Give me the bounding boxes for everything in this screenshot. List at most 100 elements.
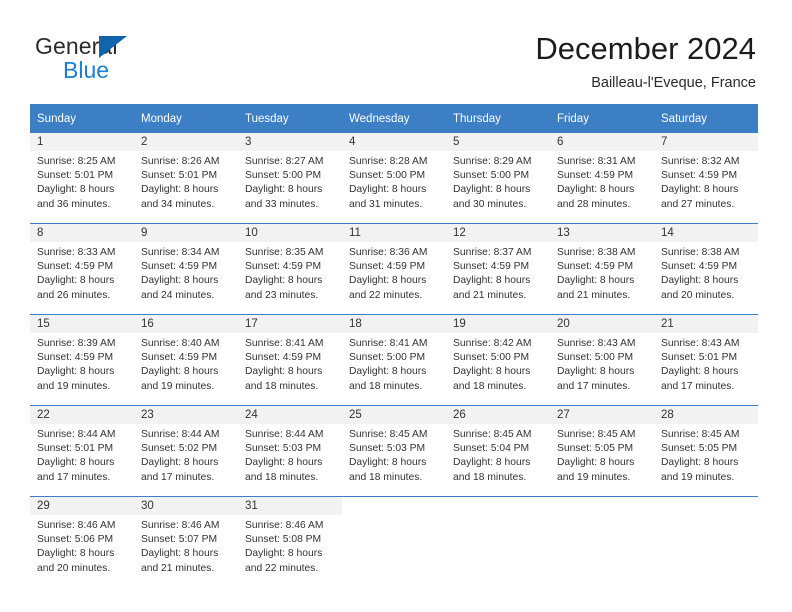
day-number: 1	[37, 136, 44, 148]
calendar-day-cell-empty	[654, 496, 758, 587]
daylight-text-line1: Daylight: 8 hours	[557, 457, 635, 469]
day-number-band: 6	[550, 133, 654, 151]
calendar-day-cell[interactable]: 2 Sunrise: 8:26 AM Sunset: 5:01 PM Daylight…	[134, 133, 238, 224]
calendar-day-cell[interactable]: 17 Sunrise: 8:41 AM Sunset: 4:59 PM Dayligh…	[238, 314, 342, 406]
day-number-band: 31	[238, 497, 342, 515]
day-number: 21	[661, 318, 674, 330]
daylight-text-line2: and 19 minutes.	[557, 471, 631, 483]
logo-text-blue: Blue	[63, 57, 110, 83]
calendar-day-cell[interactable]: 14 Sunrise: 8:38 AM Sunset: 4:59 PM Dayligh…	[654, 223, 758, 315]
calendar-day-cell[interactable]: 30 Sunrise: 8:46 AM Sunset: 5:07 PM Dayligh…	[134, 496, 238, 587]
calendar-day-cell[interactable]: 10 Sunrise: 8:35 AM Sunset: 4:59 PM Dayligh…	[238, 223, 342, 315]
sunset-text: Sunset: 5:01 PM	[661, 352, 738, 364]
calendar-page: General Blue December 2024 Bailleau-l'Ev…	[0, 0, 792, 612]
calendar-day-cell-empty	[446, 496, 550, 587]
calendar-day-cell[interactable]: 25 Sunrise: 8:45 AM Sunset: 5:03 PM Dayligh…	[342, 405, 446, 497]
calendar-day-cell[interactable]: 24 Sunrise: 8:44 AM Sunset: 5:03 PM Dayligh…	[238, 405, 342, 497]
calendar-day-cell[interactable]: 22 Sunrise: 8:44 AM Sunset: 5:01 PM Dayligh…	[30, 405, 134, 497]
daylight-text-line2: and 24 minutes.	[141, 289, 215, 301]
daylight-text-line1: Daylight: 8 hours	[661, 184, 739, 196]
day-number: 24	[245, 409, 258, 421]
day-number-band: 19	[446, 315, 550, 333]
day-cell-body: Sunrise: 8:44 AM Sunset: 5:03 PM Daylight:…	[238, 424, 342, 485]
day-number-band: 21	[654, 315, 758, 333]
calendar-day-cell[interactable]: 29 Sunrise: 8:46 AM Sunset: 5:06 PM Dayligh…	[30, 496, 134, 587]
sunset-text: Sunset: 5:00 PM	[557, 352, 634, 364]
calendar-day-cell[interactable]: 21 Sunrise: 8:43 AM Sunset: 5:01 PM Dayligh…	[654, 314, 758, 406]
daylight-text-line2: and 21 minutes.	[557, 289, 631, 301]
calendar-day-cell[interactable]: 8 Sunrise: 8:33 AM Sunset: 4:59 PM Daylight…	[30, 223, 134, 315]
calendar-day-cell[interactable]: 18 Sunrise: 8:41 AM Sunset: 5:00 PM Dayligh…	[342, 314, 446, 406]
calendar-day-cell[interactable]: 15 Sunrise: 8:39 AM Sunset: 4:59 PM Dayligh…	[30, 314, 134, 406]
sunrise-text: Sunrise: 8:40 AM	[141, 338, 220, 349]
day-number: 4	[349, 136, 356, 148]
sunrise-text: Sunrise: 8:43 AM	[557, 338, 636, 349]
daylight-text-line2: and 19 minutes.	[661, 471, 735, 483]
day-cell-body: Sunrise: 8:29 AM Sunset: 5:00 PM Daylight:…	[446, 151, 550, 212]
sunrise-text: Sunrise: 8:42 AM	[453, 338, 532, 349]
calendar-day-cell[interactable]: 12 Sunrise: 8:37 AM Sunset: 4:59 PM Dayligh…	[446, 223, 550, 315]
day-number: 3	[245, 136, 252, 148]
sunset-text: Sunset: 5:05 PM	[661, 443, 738, 455]
calendar-day-cell[interactable]: 9 Sunrise: 8:34 AM Sunset: 4:59 PM Daylight…	[134, 223, 238, 315]
calendar-day-cell[interactable]: 11 Sunrise: 8:36 AM Sunset: 4:59 PM Dayligh…	[342, 223, 446, 315]
day-cell-body	[550, 515, 654, 519]
day-cell-body: Sunrise: 8:44 AM Sunset: 5:02 PM Daylight:…	[134, 424, 238, 485]
day-cell-body: Sunrise: 8:45 AM Sunset: 5:04 PM Daylight:…	[446, 424, 550, 485]
day-cell-body: Sunrise: 8:46 AM Sunset: 5:07 PM Daylight:…	[134, 515, 238, 576]
daylight-text-line2: and 17 minutes.	[37, 471, 111, 483]
calendar-week-row: 15 Sunrise: 8:39 AM Sunset: 4:59 PM Dayligh…	[30, 314, 758, 406]
daylight-text-line2: and 18 minutes.	[349, 471, 423, 483]
sunrise-text: Sunrise: 8:27 AM	[245, 156, 324, 167]
day-number-band: 17	[238, 315, 342, 333]
sunset-text: Sunset: 4:59 PM	[37, 261, 114, 273]
day-cell-body: Sunrise: 8:42 AM Sunset: 5:00 PM Daylight:…	[446, 333, 550, 394]
sunset-text: Sunset: 4:59 PM	[557, 170, 634, 182]
daylight-text-line2: and 33 minutes.	[245, 198, 319, 210]
daylight-text-line2: and 28 minutes.	[557, 198, 631, 210]
sunrise-text: Sunrise: 8:41 AM	[245, 338, 324, 349]
daylight-text-line1: Daylight: 8 hours	[37, 184, 115, 196]
day-cell-body: Sunrise: 8:45 AM Sunset: 5:05 PM Daylight:…	[654, 424, 758, 485]
calendar-day-cell[interactable]: 5 Sunrise: 8:29 AM Sunset: 5:00 PM Daylight…	[446, 133, 550, 224]
daylight-text-line2: and 17 minutes.	[141, 471, 215, 483]
sunrise-text: Sunrise: 8:25 AM	[37, 156, 116, 167]
calendar-day-cell[interactable]: 7 Sunrise: 8:32 AM Sunset: 4:59 PM Daylight…	[654, 133, 758, 224]
calendar-day-cell[interactable]: 6 Sunrise: 8:31 AM Sunset: 4:59 PM Daylight…	[550, 133, 654, 224]
day-number-band: 24	[238, 406, 342, 424]
day-number-band: 7	[654, 133, 758, 151]
calendar-day-cell[interactable]: 28 Sunrise: 8:45 AM Sunset: 5:05 PM Dayligh…	[654, 405, 758, 497]
day-cell-body: Sunrise: 8:26 AM Sunset: 5:01 PM Daylight:…	[134, 151, 238, 212]
sunrise-text: Sunrise: 8:44 AM	[245, 429, 324, 440]
day-number: 27	[557, 409, 570, 421]
calendar-body: 1 Sunrise: 8:25 AM Sunset: 5:01 PM Daylight…	[30, 133, 758, 587]
calendar-week-row: 1 Sunrise: 8:25 AM Sunset: 5:01 PM Daylight…	[30, 133, 758, 224]
calendar-week-row: 22 Sunrise: 8:44 AM Sunset: 5:01 PM Dayligh…	[30, 405, 758, 497]
day-number: 28	[661, 409, 674, 421]
calendar-day-cell[interactable]: 13 Sunrise: 8:38 AM Sunset: 4:59 PM Dayligh…	[550, 223, 654, 315]
calendar-day-cell[interactable]: 23 Sunrise: 8:44 AM Sunset: 5:02 PM Dayligh…	[134, 405, 238, 497]
calendar-day-cell[interactable]: 27 Sunrise: 8:45 AM Sunset: 5:05 PM Dayligh…	[550, 405, 654, 497]
calendar-day-cell[interactable]: 4 Sunrise: 8:28 AM Sunset: 5:00 PM Daylight…	[342, 133, 446, 224]
day-number-band: 8	[30, 224, 134, 242]
sunrise-text: Sunrise: 8:31 AM	[557, 156, 636, 167]
calendar-day-cell[interactable]: 1 Sunrise: 8:25 AM Sunset: 5:01 PM Daylight…	[30, 133, 134, 224]
daylight-text-line1: Daylight: 8 hours	[349, 457, 427, 469]
daylight-text-line1: Daylight: 8 hours	[141, 457, 219, 469]
sunset-text: Sunset: 4:59 PM	[141, 261, 218, 273]
daylight-text-line1: Daylight: 8 hours	[245, 184, 323, 196]
page-title: December 2024	[535, 31, 756, 66]
day-cell-body: Sunrise: 8:31 AM Sunset: 4:59 PM Daylight:…	[550, 151, 654, 212]
calendar-day-cell[interactable]: 19 Sunrise: 8:42 AM Sunset: 5:00 PM Dayligh…	[446, 314, 550, 406]
day-number: 23	[141, 409, 154, 421]
calendar-day-cell[interactable]: 3 Sunrise: 8:27 AM Sunset: 5:00 PM Daylight…	[238, 133, 342, 224]
daylight-text-line2: and 21 minutes.	[453, 289, 527, 301]
calendar-day-cell[interactable]: 20 Sunrise: 8:43 AM Sunset: 5:00 PM Dayligh…	[550, 314, 654, 406]
daylight-text-line2: and 26 minutes.	[37, 289, 111, 301]
calendar-day-cell[interactable]: 31 Sunrise: 8:46 AM Sunset: 5:08 PM Dayligh…	[238, 496, 342, 587]
calendar-day-cell[interactable]: 26 Sunrise: 8:45 AM Sunset: 5:04 PM Dayligh…	[446, 405, 550, 497]
calendar-day-cell[interactable]: 16 Sunrise: 8:40 AM Sunset: 4:59 PM Dayligh…	[134, 314, 238, 406]
daylight-text-line1: Daylight: 8 hours	[661, 366, 739, 378]
day-number-band: 16	[134, 315, 238, 333]
day-number: 13	[557, 227, 570, 239]
